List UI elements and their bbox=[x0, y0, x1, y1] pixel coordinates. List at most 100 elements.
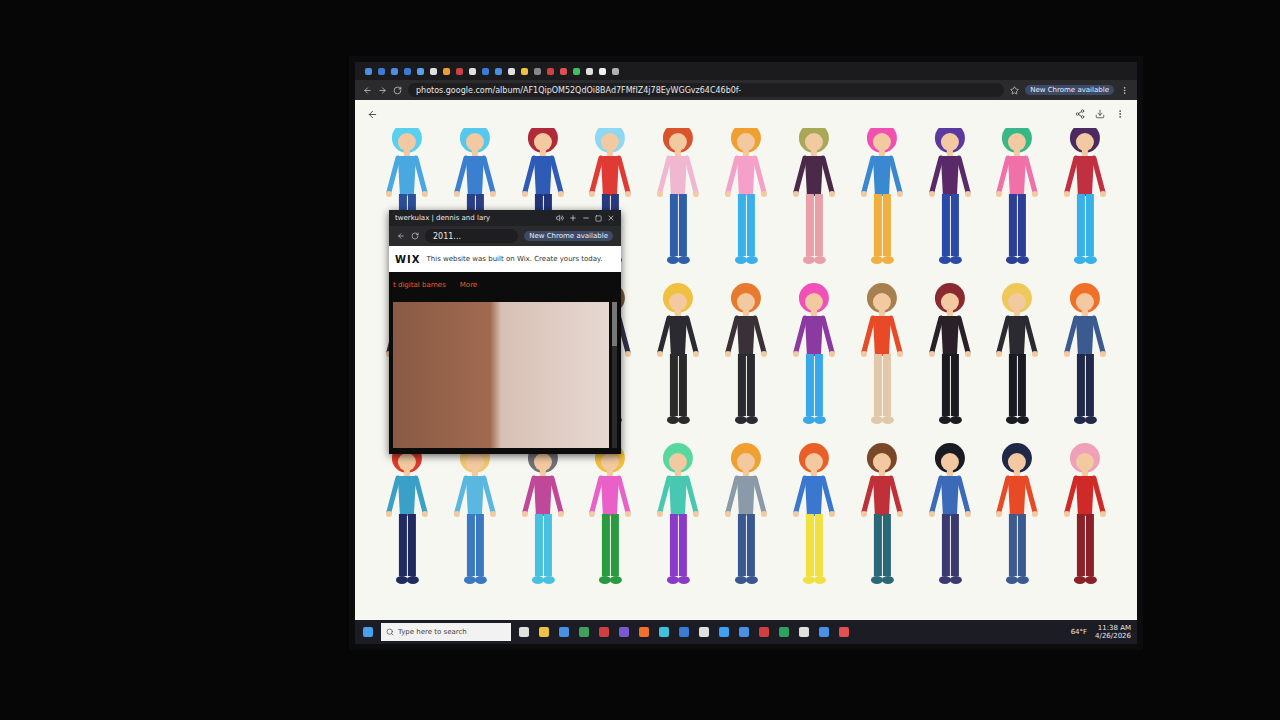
maximize-icon[interactable] bbox=[595, 215, 602, 222]
bookmark-icon[interactable] bbox=[534, 68, 541, 75]
bookmark-icon[interactable] bbox=[365, 68, 372, 75]
album-header bbox=[355, 100, 1137, 128]
audio-icon[interactable] bbox=[556, 214, 564, 222]
site-nav: t digital barnes More bbox=[389, 272, 621, 298]
minimize-icon[interactable] bbox=[582, 214, 590, 222]
character-drawing[interactable] bbox=[441, 434, 509, 594]
taskbar-app-icon[interactable] bbox=[699, 627, 709, 637]
bookmark-icon[interactable] bbox=[547, 68, 554, 75]
reload-icon[interactable] bbox=[411, 232, 419, 240]
weather[interactable]: 64°F bbox=[1071, 628, 1087, 636]
nav-link[interactable]: More bbox=[460, 281, 477, 289]
character-drawing[interactable] bbox=[509, 434, 577, 594]
bookmark-icon[interactable] bbox=[599, 68, 606, 75]
photo-room: photos.google.com/album/AF1QipOM52QdOi8B… bbox=[0, 0, 1280, 720]
taskbar-app-icon[interactable] bbox=[839, 627, 849, 637]
bookmark-icon[interactable] bbox=[508, 68, 515, 75]
bookmark-icon[interactable] bbox=[443, 68, 450, 75]
character-drawing[interactable] bbox=[576, 434, 644, 594]
character-drawing[interactable] bbox=[848, 128, 916, 274]
taskbar-app-icon[interactable] bbox=[819, 627, 829, 637]
popup-title-bar: twerkulax | dennis and lary bbox=[389, 210, 621, 226]
bookmark-icon[interactable] bbox=[417, 68, 424, 75]
new-tab-icon[interactable] bbox=[569, 214, 577, 222]
forward-icon[interactable] bbox=[378, 86, 387, 95]
character-drawing[interactable] bbox=[780, 434, 848, 594]
character-drawing[interactable] bbox=[983, 128, 1051, 274]
bookmark-icon[interactable] bbox=[573, 68, 580, 75]
taskbar-search[interactable]: Type here to search bbox=[381, 623, 511, 641]
bookmark-icon[interactable] bbox=[560, 68, 567, 75]
download-icon[interactable] bbox=[1095, 109, 1105, 119]
bookmark-icon[interactable] bbox=[612, 68, 619, 75]
taskbar-app-icon[interactable] bbox=[599, 627, 609, 637]
scrollbar[interactable] bbox=[612, 302, 617, 448]
taskbar-app-icon[interactable] bbox=[719, 627, 729, 637]
character-drawing[interactable] bbox=[644, 434, 712, 594]
back-icon[interactable] bbox=[363, 86, 372, 95]
bookmark-star-icon[interactable] bbox=[1010, 86, 1019, 95]
character-drawing[interactable] bbox=[712, 434, 780, 594]
taskbar-app-icon[interactable] bbox=[619, 627, 629, 637]
taskbar-app-icon[interactable] bbox=[559, 627, 569, 637]
back-icon[interactable] bbox=[397, 232, 405, 240]
taskbar-app-icon[interactable] bbox=[579, 627, 589, 637]
character-drawing[interactable] bbox=[644, 274, 712, 434]
bookmark-icon[interactable] bbox=[469, 68, 476, 75]
bookmark-icon[interactable] bbox=[482, 68, 489, 75]
character-drawing[interactable] bbox=[1051, 274, 1119, 434]
url-field[interactable]: photos.google.com/album/AF1QipOM52QdOi8B… bbox=[408, 83, 1004, 97]
taskbar-app-icon[interactable] bbox=[779, 627, 789, 637]
back-arrow-icon[interactable] bbox=[367, 109, 378, 120]
menu-icon[interactable] bbox=[1120, 86, 1129, 95]
character-drawing[interactable] bbox=[916, 274, 984, 434]
character-drawing[interactable] bbox=[780, 128, 848, 274]
character-drawing[interactable] bbox=[644, 128, 712, 274]
wix-banner[interactable]: WIXThis website was built on Wix. Create… bbox=[389, 246, 621, 272]
popup-window[interactable]: twerkulax | dennis and lary 2011... New Ch… bbox=[389, 210, 621, 454]
bookmark-icon[interactable] bbox=[521, 68, 528, 75]
video-frame[interactable] bbox=[393, 302, 609, 448]
character-drawing[interactable] bbox=[780, 274, 848, 434]
bookmark-icon[interactable] bbox=[456, 68, 463, 75]
taskbar: Type here to search 64°F 11:38 AM4/26/2026 bbox=[355, 620, 1137, 644]
start-icon[interactable] bbox=[363, 627, 373, 637]
wix-logo: WIX bbox=[395, 254, 420, 265]
bookmark-icon[interactable] bbox=[586, 68, 593, 75]
character-drawing[interactable] bbox=[712, 128, 780, 274]
scroll-thumb[interactable] bbox=[612, 302, 617, 346]
bookmark-icon[interactable] bbox=[495, 68, 502, 75]
character-drawing[interactable] bbox=[916, 434, 984, 594]
popup-update-badge[interactable]: New Chrome available bbox=[524, 231, 613, 241]
character-drawing[interactable] bbox=[983, 274, 1051, 434]
taskbar-app-icon[interactable] bbox=[679, 627, 689, 637]
character-drawing[interactable] bbox=[848, 274, 916, 434]
bookmark-icon[interactable] bbox=[430, 68, 437, 75]
more-icon[interactable] bbox=[1115, 109, 1125, 119]
character-drawing[interactable] bbox=[848, 434, 916, 594]
character-drawing[interactable] bbox=[1051, 128, 1119, 274]
update-badge[interactable]: New Chrome available bbox=[1025, 85, 1114, 95]
taskbar-app-icon[interactable] bbox=[539, 627, 549, 637]
character-drawing[interactable] bbox=[916, 128, 984, 274]
popup-url-field[interactable]: 2011... bbox=[425, 229, 518, 243]
character-drawing[interactable] bbox=[983, 434, 1051, 594]
reload-icon[interactable] bbox=[393, 86, 402, 95]
taskbar-app-icon[interactable] bbox=[759, 627, 769, 637]
clock[interactable]: 11:38 AM4/26/2026 bbox=[1095, 624, 1131, 640]
taskbar-app-icon[interactable] bbox=[799, 627, 809, 637]
taskbar-app-icon[interactable] bbox=[639, 627, 649, 637]
taskbar-app-icon[interactable] bbox=[659, 627, 669, 637]
share-icon[interactable] bbox=[1075, 109, 1085, 119]
character-drawing[interactable] bbox=[712, 274, 780, 434]
bookmark-icon[interactable] bbox=[391, 68, 398, 75]
character-drawing[interactable] bbox=[373, 434, 441, 594]
bookmark-icon[interactable] bbox=[404, 68, 411, 75]
popup-tab-title[interactable]: twerkulax | dennis and lary bbox=[395, 214, 551, 222]
taskbar-app-icon[interactable] bbox=[519, 627, 529, 637]
taskbar-app-icon[interactable] bbox=[739, 627, 749, 637]
character-drawing[interactable] bbox=[1051, 434, 1119, 594]
bookmark-icon[interactable] bbox=[378, 68, 385, 75]
nav-link[interactable]: t digital barnes bbox=[393, 281, 446, 289]
close-icon[interactable] bbox=[607, 214, 615, 222]
